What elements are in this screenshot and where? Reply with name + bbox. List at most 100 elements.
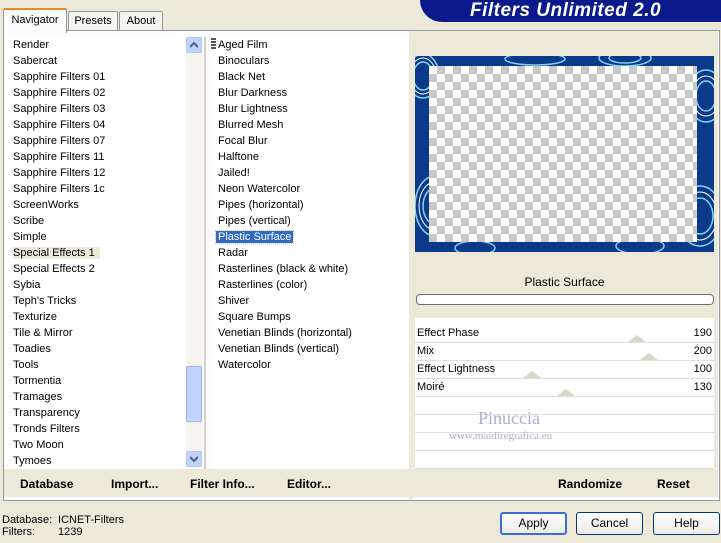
category-item[interactable]: Tools xyxy=(8,357,186,373)
filter-item[interactable]: Shiver xyxy=(213,293,409,309)
item-label: Watercolor xyxy=(218,359,271,371)
category-item[interactable]: Special Effects 1 xyxy=(8,245,186,261)
editor-link[interactable]: Editor... xyxy=(287,477,331,491)
apply-button[interactable]: Apply xyxy=(500,512,567,535)
category-item[interactable]: Render xyxy=(8,37,186,53)
category-item[interactable]: Teph's Tricks xyxy=(8,293,186,309)
category-item[interactable]: Sapphire Filters 02 xyxy=(8,85,186,101)
filter-item[interactable]: Venetian Blinds (vertical) xyxy=(213,341,409,357)
item-label: Sabercat xyxy=(13,55,58,67)
tab-presets[interactable]: Presets xyxy=(68,11,118,31)
category-item[interactable]: Tramages xyxy=(8,389,186,405)
filter-item[interactable]: Radar xyxy=(213,245,409,261)
slider-handle[interactable] xyxy=(557,389,575,396)
param-value: 130 xyxy=(693,381,712,393)
filter-item[interactable]: Blur Darkness xyxy=(213,85,409,101)
help-button[interactable]: Help xyxy=(653,512,720,535)
filter-item[interactable]: Blur Lightness xyxy=(213,101,409,117)
param-row-effect-phase[interactable]: Effect Phase 190 xyxy=(415,325,714,343)
category-item[interactable]: Sapphire Filters 07 xyxy=(8,133,186,149)
item-label: Transparency xyxy=(13,407,80,419)
scroll-thumb[interactable] xyxy=(186,366,202,422)
item-label: Sapphire Filters 01 xyxy=(13,71,106,83)
param-label: Moiré xyxy=(417,381,445,393)
filters-count-status: Filters: 1239 xyxy=(2,526,82,538)
category-item[interactable]: Sapphire Filters 04 xyxy=(8,117,186,133)
database-link[interactable]: Database xyxy=(20,477,73,491)
slider-handle[interactable] xyxy=(628,335,646,342)
filter-item[interactable]: Blurred Mesh xyxy=(213,117,409,133)
item-label: Plastic Surface xyxy=(214,230,295,244)
list-divider xyxy=(204,37,206,469)
item-label: Tronds Filters xyxy=(13,423,80,435)
filter-item[interactable]: Neon Watercolor xyxy=(213,181,409,197)
reset-link[interactable]: Reset xyxy=(657,477,690,491)
slider-handle[interactable] xyxy=(640,353,658,360)
scroll-up-button[interactable] xyxy=(186,37,202,53)
filter-info-link[interactable]: Filter Info... xyxy=(190,477,255,491)
filter-item[interactable]: Rasterlines (black & white) xyxy=(213,261,409,277)
filter-item[interactable]: Focal Blur xyxy=(213,133,409,149)
slider-handle[interactable] xyxy=(523,371,541,378)
param-row-effect-lightness[interactable]: Effect Lightness 100 xyxy=(415,361,714,379)
filter-list[interactable]: Aged Film Binoculars Black Net Blur Darknes… xyxy=(213,37,409,469)
category-item[interactable]: Sabercat xyxy=(8,53,186,69)
filter-item[interactable]: Plastic Surface xyxy=(213,229,409,245)
item-label: Tramages xyxy=(13,391,63,403)
tab-navigator[interactable]: Navigator xyxy=(3,8,67,33)
category-item[interactable]: Tile & Mirror xyxy=(8,325,186,341)
category-item[interactable]: Transparency xyxy=(8,405,186,421)
category-item[interactable]: Scribe xyxy=(8,213,186,229)
category-item[interactable]: Toadies xyxy=(8,341,186,357)
filter-item[interactable]: Square Bumps xyxy=(213,309,409,325)
category-item[interactable]: Sapphire Filters 11 xyxy=(8,149,186,165)
item-label: Two Moon xyxy=(13,439,64,451)
param-value: 100 xyxy=(693,363,712,375)
filter-item[interactable]: Binoculars xyxy=(213,53,409,69)
cancel-button[interactable]: Cancel xyxy=(576,512,643,535)
item-label: Blurred Mesh xyxy=(218,119,284,131)
item-label: Neon Watercolor xyxy=(218,183,301,195)
randomize-link[interactable]: Randomize xyxy=(558,477,622,491)
progress-bar xyxy=(416,294,714,305)
filter-item[interactable]: Aged Film xyxy=(213,37,409,53)
item-label: Sapphire Filters 07 xyxy=(13,135,106,147)
category-item[interactable]: Sybia xyxy=(8,277,186,293)
category-item[interactable]: Simple xyxy=(8,229,186,245)
param-row-mix[interactable]: Mix 200 xyxy=(415,343,714,361)
item-label: Tymoes xyxy=(13,455,52,467)
filter-item[interactable]: Jailed! xyxy=(213,165,409,181)
filter-item[interactable]: Rasterlines (color) xyxy=(213,277,409,293)
category-item[interactable]: Tormentia xyxy=(8,373,186,389)
category-list[interactable]: Render Sabercat Sapphire Filters 01 Sapphir… xyxy=(8,37,186,469)
category-item[interactable]: Two Moon xyxy=(8,437,186,453)
filter-item[interactable]: Black Net xyxy=(213,69,409,85)
filter-item[interactable]: Watercolor xyxy=(213,357,409,373)
import-link[interactable]: Import... xyxy=(111,477,158,491)
category-item[interactable]: ScreenWorks xyxy=(8,197,186,213)
tab-about[interactable]: About xyxy=(119,11,163,31)
category-item[interactable]: Special Effects 2 xyxy=(8,261,186,277)
scroll-down-button[interactable] xyxy=(186,451,202,467)
category-item[interactable]: Tymoes xyxy=(8,453,186,469)
category-item[interactable]: Sapphire Filters 1c xyxy=(8,181,186,197)
item-label: Toadies xyxy=(13,343,51,355)
category-item[interactable]: Sapphire Filters 01 xyxy=(8,69,186,85)
param-row-empty xyxy=(415,397,714,415)
filter-item[interactable]: Halftone xyxy=(213,149,409,165)
item-label: Special Effects 1 xyxy=(13,247,100,259)
category-item[interactable]: Sapphire Filters 03 xyxy=(8,101,186,117)
parameter-panel[interactable]: Effect Phase 190 Mix 200 Effect Lightnes… xyxy=(415,318,714,469)
item-label: Black Net xyxy=(218,71,266,83)
category-item[interactable]: Tronds Filters xyxy=(8,421,186,437)
category-item[interactable]: Sapphire Filters 12 xyxy=(8,165,186,181)
category-scrollbar[interactable] xyxy=(186,37,202,467)
item-label: Rasterlines (color) xyxy=(218,279,308,291)
item-label: Blur Lightness xyxy=(218,103,288,115)
param-row-moire[interactable]: Moiré 130 xyxy=(415,379,714,397)
category-item[interactable]: Texturize xyxy=(8,309,186,325)
filter-item[interactable]: Pipes (horizontal) xyxy=(213,197,409,213)
param-row-empty xyxy=(415,451,714,469)
filter-item[interactable]: Pipes (vertical) xyxy=(213,213,409,229)
filter-item[interactable]: Venetian Blinds (horizontal) xyxy=(213,325,409,341)
